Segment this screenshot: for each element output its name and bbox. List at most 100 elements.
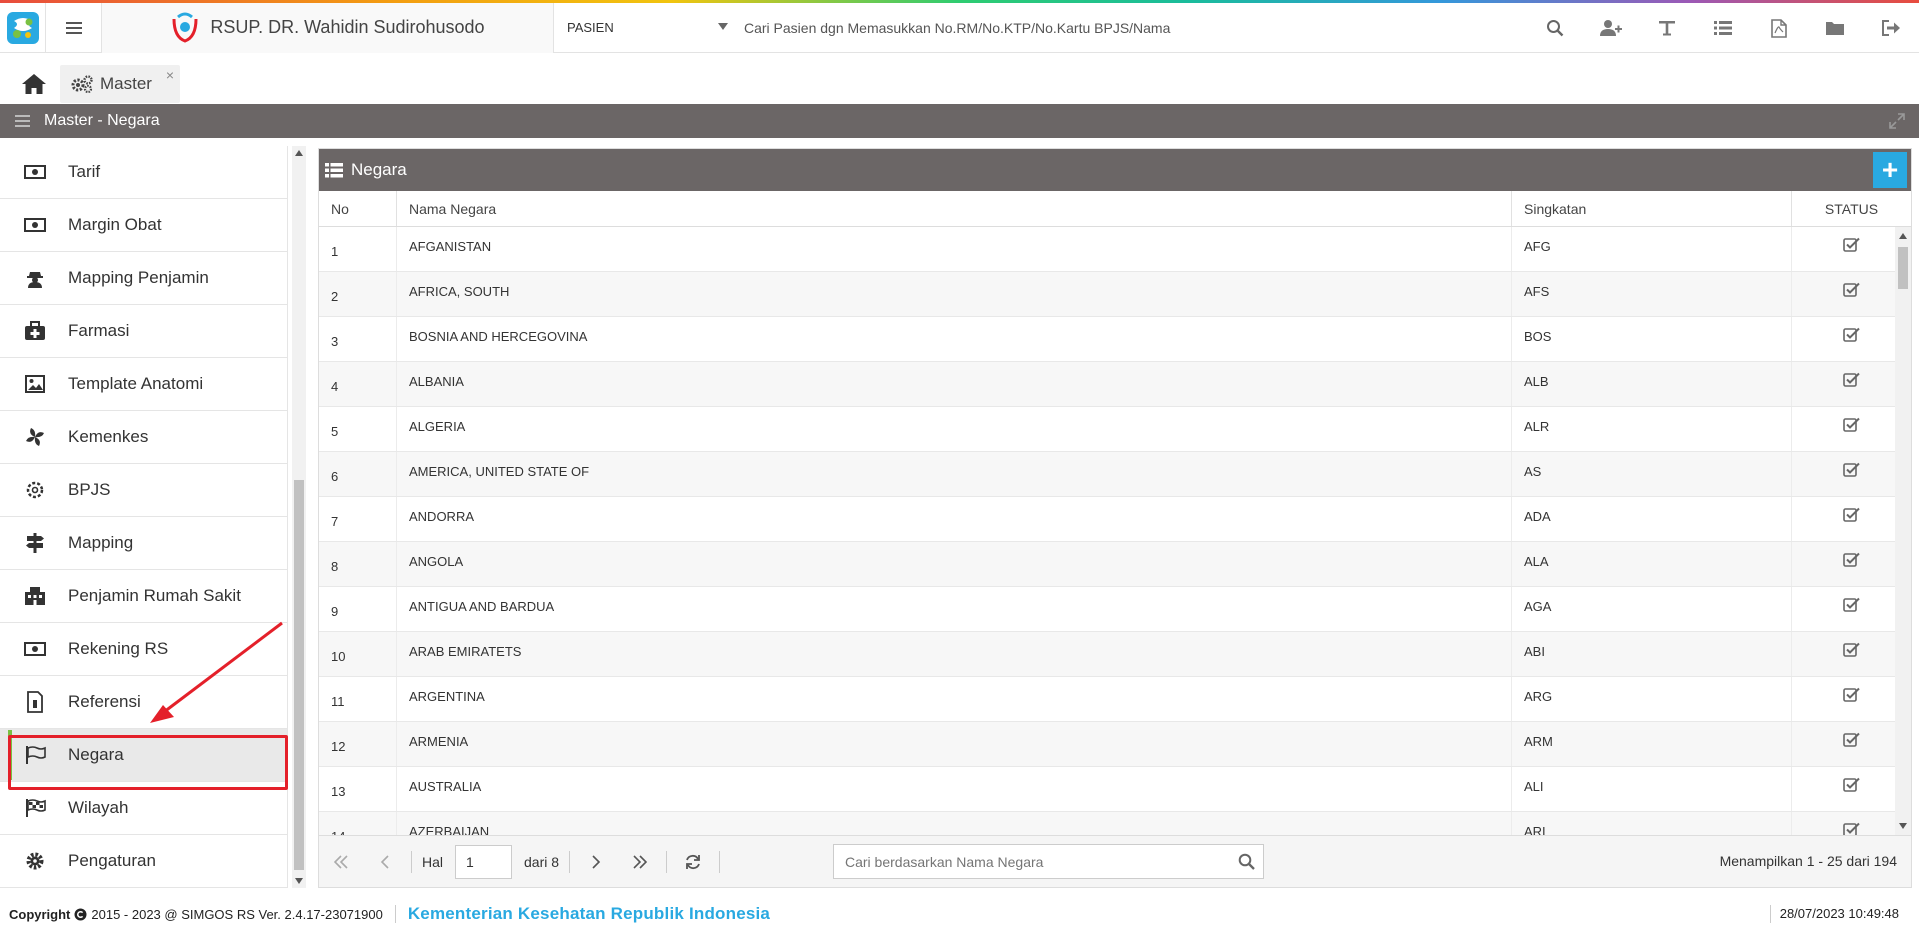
sidebar-item-label: Penjamin Rumah Sakit (68, 586, 241, 605)
expand-button[interactable] (1889, 113, 1905, 132)
negara-search-button[interactable] (1229, 853, 1263, 870)
scrollbar-thumb[interactable] (294, 480, 304, 870)
tab-master[interactable]: Master × (60, 65, 180, 103)
pdf-button[interactable] (1751, 3, 1807, 53)
row-singkatan: BOS (1512, 317, 1792, 361)
page-number-input[interactable] (455, 844, 513, 879)
close-tab-icon[interactable]: × (166, 67, 174, 83)
add-user-button[interactable] (1583, 3, 1639, 53)
table-row[interactable]: 5 ALGERIA ALR (319, 407, 1911, 452)
tab-home[interactable] (14, 68, 54, 100)
row-nama-negara: ARAB EMIRATETS (397, 632, 1512, 676)
table-row[interactable]: 2 AFRICA, SOUTH AFS (319, 272, 1911, 317)
table-row[interactable]: 4 ALBANIA ALB (319, 362, 1911, 407)
row-singkatan: ARM (1512, 722, 1792, 766)
file-icon (27, 691, 43, 713)
row-status[interactable] (1792, 812, 1911, 835)
row-status[interactable] (1792, 767, 1911, 811)
row-status[interactable] (1792, 632, 1911, 676)
page-total-label: dari 8 (524, 853, 560, 870)
row-status[interactable] (1792, 227, 1911, 271)
row-status[interactable] (1792, 407, 1911, 451)
sidebar-item-label: Margin Obat (68, 215, 162, 234)
row-singkatan: ARI (1512, 812, 1792, 835)
sidebar-item-label: Kemenkes (68, 427, 149, 446)
page-title-bar: Master - Negara (0, 104, 1919, 138)
sidebar-item-pengaturan[interactable]: Pengaturan (0, 835, 287, 888)
sidebar-item-margin-obat[interactable]: Margin Obat (0, 199, 287, 252)
row-no: 11 (319, 677, 397, 721)
scroll-up-icon[interactable] (1899, 233, 1907, 239)
sidebar-item-template-anatomi[interactable]: Template Anatomi (0, 358, 287, 411)
menu-toggle-button[interactable] (46, 2, 102, 53)
refresh-button[interactable] (671, 836, 715, 888)
negara-highlight-annotation (8, 735, 288, 790)
text-button[interactable] (1639, 3, 1695, 53)
negara-search-box (833, 844, 1264, 879)
folder-icon (1826, 22, 1844, 35)
row-status[interactable] (1792, 317, 1911, 361)
copyright-label: Copyright (9, 906, 71, 922)
logout-button[interactable] (1863, 3, 1919, 53)
scroll-down-icon[interactable] (1899, 823, 1907, 829)
column-header-nama-negara[interactable]: Nama Negara (397, 191, 1512, 226)
table-row[interactable]: 3 BOSNIA AND HERCEGOVINA BOS (319, 317, 1911, 362)
table-row[interactable]: 13 AUSTRALIA ALI (319, 767, 1911, 812)
column-header-no[interactable]: No (319, 191, 397, 226)
table-row[interactable]: 11 ARGENTINA ARG (319, 677, 1911, 722)
column-header-singkatan[interactable]: Singkatan (1512, 191, 1792, 226)
table-row[interactable]: 9 ANTIGUA AND BARDUA AGA (319, 587, 1911, 632)
gears-icon (71, 75, 93, 94)
table-row[interactable]: 8 ANGOLA ALA (319, 542, 1911, 587)
next-page-button[interactable] (574, 836, 618, 888)
add-negara-button[interactable]: + (1873, 152, 1907, 188)
row-status[interactable] (1792, 497, 1911, 541)
sidebar-item-mapping-penjamin[interactable]: Mapping Penjamin (0, 252, 287, 305)
list-button[interactable] (1695, 3, 1751, 53)
sidebar-scrollbar[interactable] (292, 146, 306, 888)
checkbox-checked-icon (1843, 552, 1860, 567)
prev-page-button[interactable] (363, 836, 407, 888)
row-status[interactable] (1792, 452, 1911, 496)
sidebar-item-farmasi[interactable]: Farmasi (0, 305, 287, 358)
row-status[interactable] (1792, 677, 1911, 721)
first-page-button[interactable] (319, 836, 363, 888)
table-row[interactable]: 10 ARAB EMIRATETS ABI (319, 632, 1911, 677)
copyright: Copyright 2015 - 2023 @ SIMGOS RS Ver. 2… (0, 907, 383, 922)
row-status[interactable] (1792, 542, 1911, 586)
patient-type-select[interactable]: PASIEN (554, 3, 744, 53)
table-row[interactable]: 1 AFGANISTAN AFG (319, 227, 1911, 272)
scrollbar-thumb[interactable] (1898, 247, 1908, 289)
column-header-status[interactable]: STATUS (1792, 191, 1911, 226)
table-row[interactable]: 7 ANDORRA ADA (319, 497, 1911, 542)
table-row[interactable]: 14AZERBAIJANARI (319, 812, 1911, 835)
last-page-button[interactable] (618, 836, 662, 888)
table-row[interactable]: 6 AMERICA, UNITED STATE OF AS (319, 452, 1911, 497)
grid-scrollbar[interactable] (1895, 227, 1911, 835)
folder-button[interactable] (1807, 3, 1863, 53)
scroll-up-icon[interactable] (295, 150, 303, 156)
app-logo[interactable] (0, 2, 46, 53)
double-chevron-left-icon (334, 854, 348, 869)
table-row[interactable]: 12 ARMENIA ARM (319, 722, 1911, 767)
patient-search-field[interactable]: Cari Pasien dgn Memasukkan No.RM/No.KTP/… (744, 3, 1504, 53)
row-status[interactable] (1792, 272, 1911, 316)
sidebar-item-bpjs[interactable]: BPJS (0, 464, 287, 517)
search-button[interactable] (1527, 3, 1583, 53)
sidebar-item-kemenkes[interactable]: Kemenkes (0, 411, 287, 464)
row-status[interactable] (1792, 722, 1911, 766)
list-icon (1714, 21, 1732, 35)
scroll-down-icon[interactable] (295, 878, 303, 884)
row-no: 5 (319, 407, 397, 451)
negara-search-input[interactable] (834, 845, 1229, 878)
row-status[interactable] (1792, 587, 1911, 631)
hospital-name: RSUP. DR. Wahidin Sudirohusodo (210, 17, 485, 37)
row-no: 7 (319, 497, 397, 541)
sidebar-item-mapping[interactable]: Mapping (0, 517, 287, 570)
sidebar-toggle-button[interactable] (0, 115, 44, 127)
row-nama-negara: ANTIGUA AND BARDUA (397, 587, 1512, 631)
sidebar-item-tarif[interactable]: Tarif (0, 146, 287, 199)
row-status[interactable] (1792, 362, 1911, 406)
checkbox-checked-icon (1843, 687, 1860, 702)
refresh-icon (686, 854, 700, 869)
